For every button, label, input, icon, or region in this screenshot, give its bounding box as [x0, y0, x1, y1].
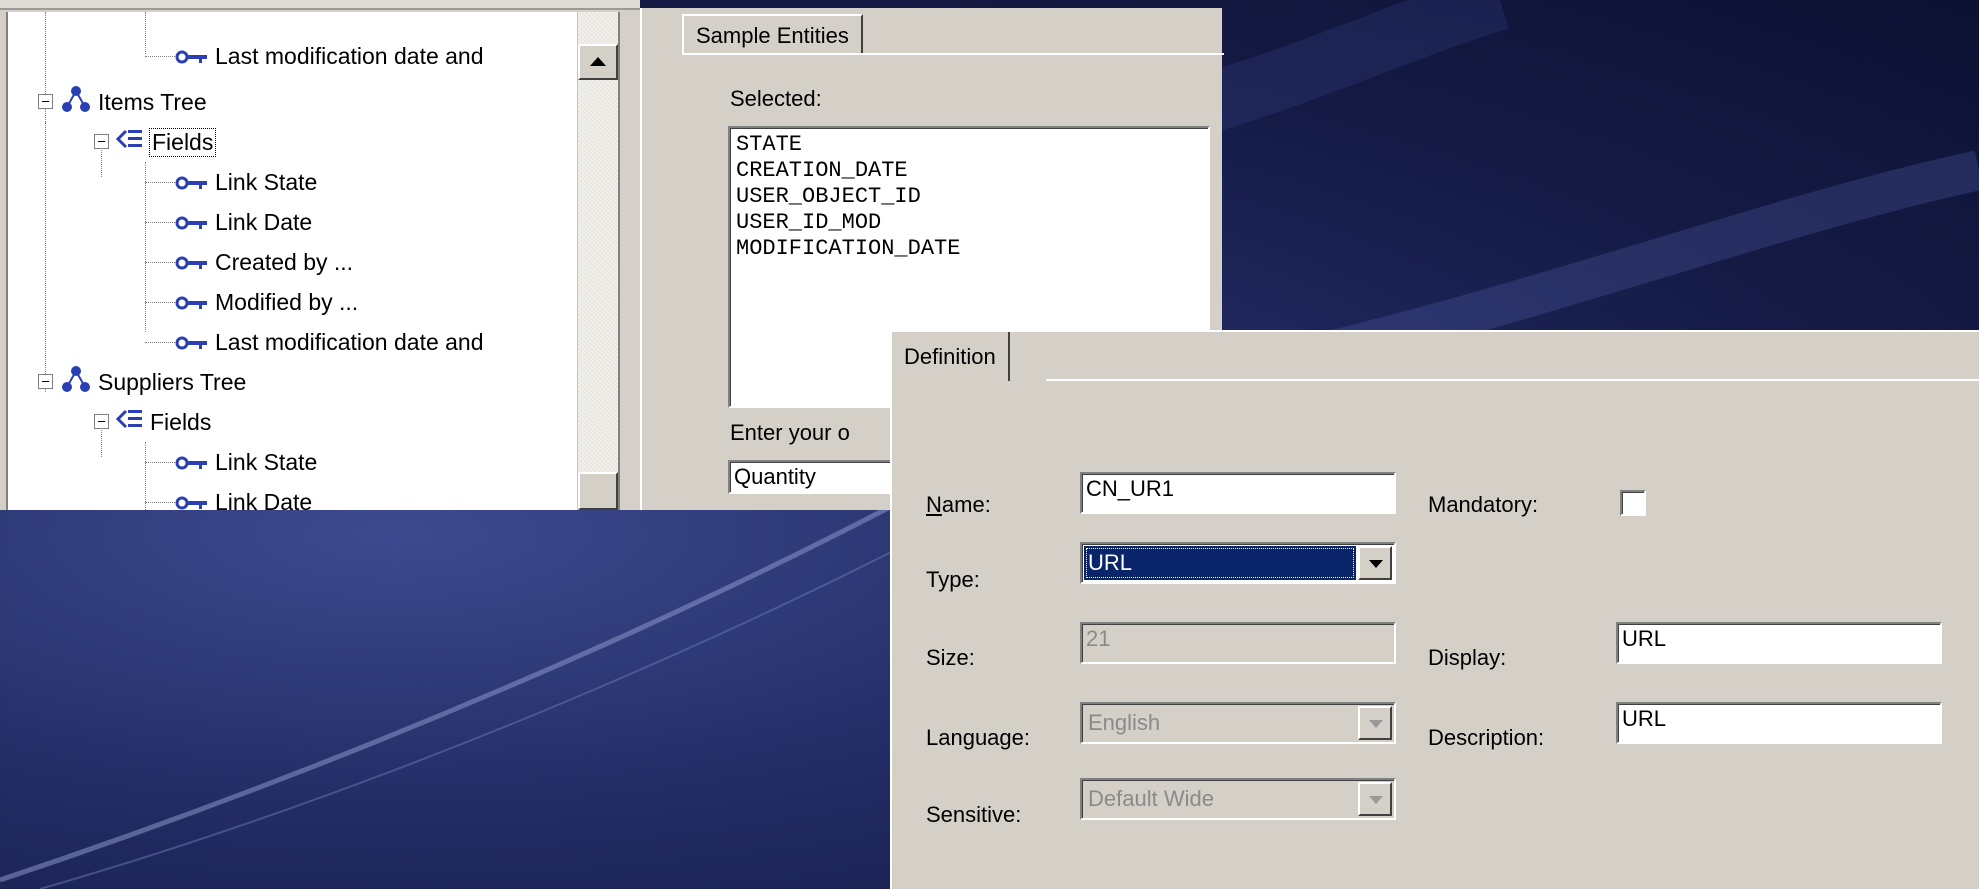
tree-window-frame — [0, 0, 640, 10]
tree-view[interactable]: Last modification date and Items Tree Fi… — [6, 12, 620, 510]
order-label: Enter your o — [730, 420, 850, 445]
tree-item-fields[interactable]: Fields — [114, 402, 211, 442]
tree-item-suppliers-tree[interactable]: Suppliers Tree — [60, 362, 246, 402]
tree-item-field[interactable]: Last modification date and — [145, 322, 484, 362]
fields-icon — [114, 407, 144, 437]
list-item[interactable]: MODIFICATION_DATE — [736, 236, 1202, 262]
tree-item-label: Fields — [148, 127, 217, 157]
key-icon — [175, 209, 209, 236]
list-item[interactable]: USER_OBJECT_ID — [736, 184, 1202, 210]
display-label: Display: — [1428, 645, 1507, 670]
size-label: Size: — [926, 645, 975, 670]
description-field[interactable]: URL — [1616, 702, 1942, 744]
tree-connector — [45, 122, 46, 392]
tree-item-fields[interactable]: Fields — [114, 122, 217, 162]
tree-item-field[interactable]: Link State — [145, 162, 317, 202]
tree-item-field[interactable]: Created by ... — [145, 242, 353, 282]
tab-definition[interactable]: Definition — [892, 332, 1010, 381]
triangle-up-icon — [590, 57, 606, 66]
mandatory-label: Mandatory: — [1428, 492, 1539, 517]
language-select[interactable]: English — [1080, 702, 1396, 744]
tab-label: Sample Entities — [696, 22, 849, 48]
sensitive-label: Sensitive: — [926, 802, 1022, 827]
tree-item-field[interactable]: Link Date — [145, 202, 312, 242]
type-label: Type: — [926, 567, 980, 592]
collapse-toggle-icon[interactable] — [94, 134, 109, 149]
sensitive-value: Default Wide — [1088, 786, 1214, 811]
fields-icon — [114, 127, 144, 157]
key-icon — [175, 43, 209, 70]
tree-item-field[interactable]: Link Date — [145, 482, 312, 510]
tree-window: Last modification date and Items Tree Fi… — [0, 0, 642, 510]
tree-item-label: Last modification date and — [215, 328, 484, 355]
name-field[interactable]: CN_UR1 — [1080, 472, 1396, 514]
name-label: Name: — [926, 492, 991, 517]
tree-item-label: Items Tree — [98, 88, 207, 115]
description-label: Description: — [1428, 725, 1545, 750]
hierarchy-icon — [60, 84, 92, 120]
tab-label: Definition — [904, 343, 996, 369]
chevron-down-icon[interactable] — [1358, 706, 1392, 740]
tree-item-label: Link State — [215, 448, 318, 475]
key-icon — [175, 489, 209, 511]
key-icon — [175, 249, 209, 276]
sensitive-select[interactable]: Default Wide — [1080, 778, 1396, 820]
scroll-up-button[interactable] — [578, 44, 618, 80]
tab-sample-entities[interactable]: Sample Entities — [682, 14, 863, 55]
type-select[interactable]: URL — [1080, 542, 1396, 584]
pane-splitter[interactable] — [618, 12, 642, 510]
tree-item-items-tree[interactable]: Items Tree — [60, 82, 207, 122]
key-icon — [175, 449, 209, 476]
tab-strip-border — [682, 53, 1224, 55]
selected-label: Selected: — [730, 86, 822, 111]
chevron-down-icon[interactable] — [1358, 546, 1392, 580]
type-value: URL — [1084, 546, 1356, 580]
collapse-toggle-icon[interactable] — [38, 374, 53, 389]
tree-item-field[interactable]: Last modification date and — [145, 36, 484, 76]
list-item[interactable]: USER_ID_MOD — [736, 210, 1202, 236]
tab-strip-border — [1046, 379, 1979, 381]
chevron-down-icon[interactable] — [1358, 782, 1392, 816]
size-field[interactable]: 21 — [1080, 622, 1396, 664]
collapse-toggle-icon[interactable] — [38, 94, 53, 109]
language-value: English — [1088, 710, 1161, 735]
tree-item-label: Modified by ... — [215, 288, 359, 315]
tree-item-label: Created by ... — [215, 248, 354, 275]
definition-panel: Definition Name: CN_UR1 Mandatory: Type:… — [890, 330, 1979, 889]
tree-item-label: Last modification date and — [215, 42, 484, 69]
mandatory-checkbox[interactable] — [1620, 490, 1646, 516]
display-field[interactable]: URL — [1616, 622, 1942, 664]
tree-item-label: Fields — [150, 408, 212, 435]
hierarchy-icon — [60, 364, 92, 400]
scroll-thumb[interactable] — [578, 472, 618, 510]
tree-scrollbar[interactable] — [577, 12, 620, 510]
key-icon — [175, 169, 209, 196]
tree-item-field[interactable]: Modified by ... — [145, 282, 358, 322]
collapse-toggle-icon[interactable] — [94, 414, 109, 429]
tree-item-label: Link Date — [215, 208, 313, 235]
tree-item-label: Link State — [215, 168, 318, 195]
key-icon — [175, 289, 209, 316]
list-item[interactable]: STATE — [736, 132, 1202, 158]
tree-item-field[interactable]: Link State — [145, 442, 317, 482]
key-icon — [175, 329, 209, 356]
tree-item-label: Suppliers Tree — [98, 368, 247, 395]
tree-item-label: Link Date — [215, 488, 313, 511]
language-label: Language: — [926, 725, 1030, 750]
list-item[interactable]: CREATION_DATE — [736, 158, 1202, 184]
